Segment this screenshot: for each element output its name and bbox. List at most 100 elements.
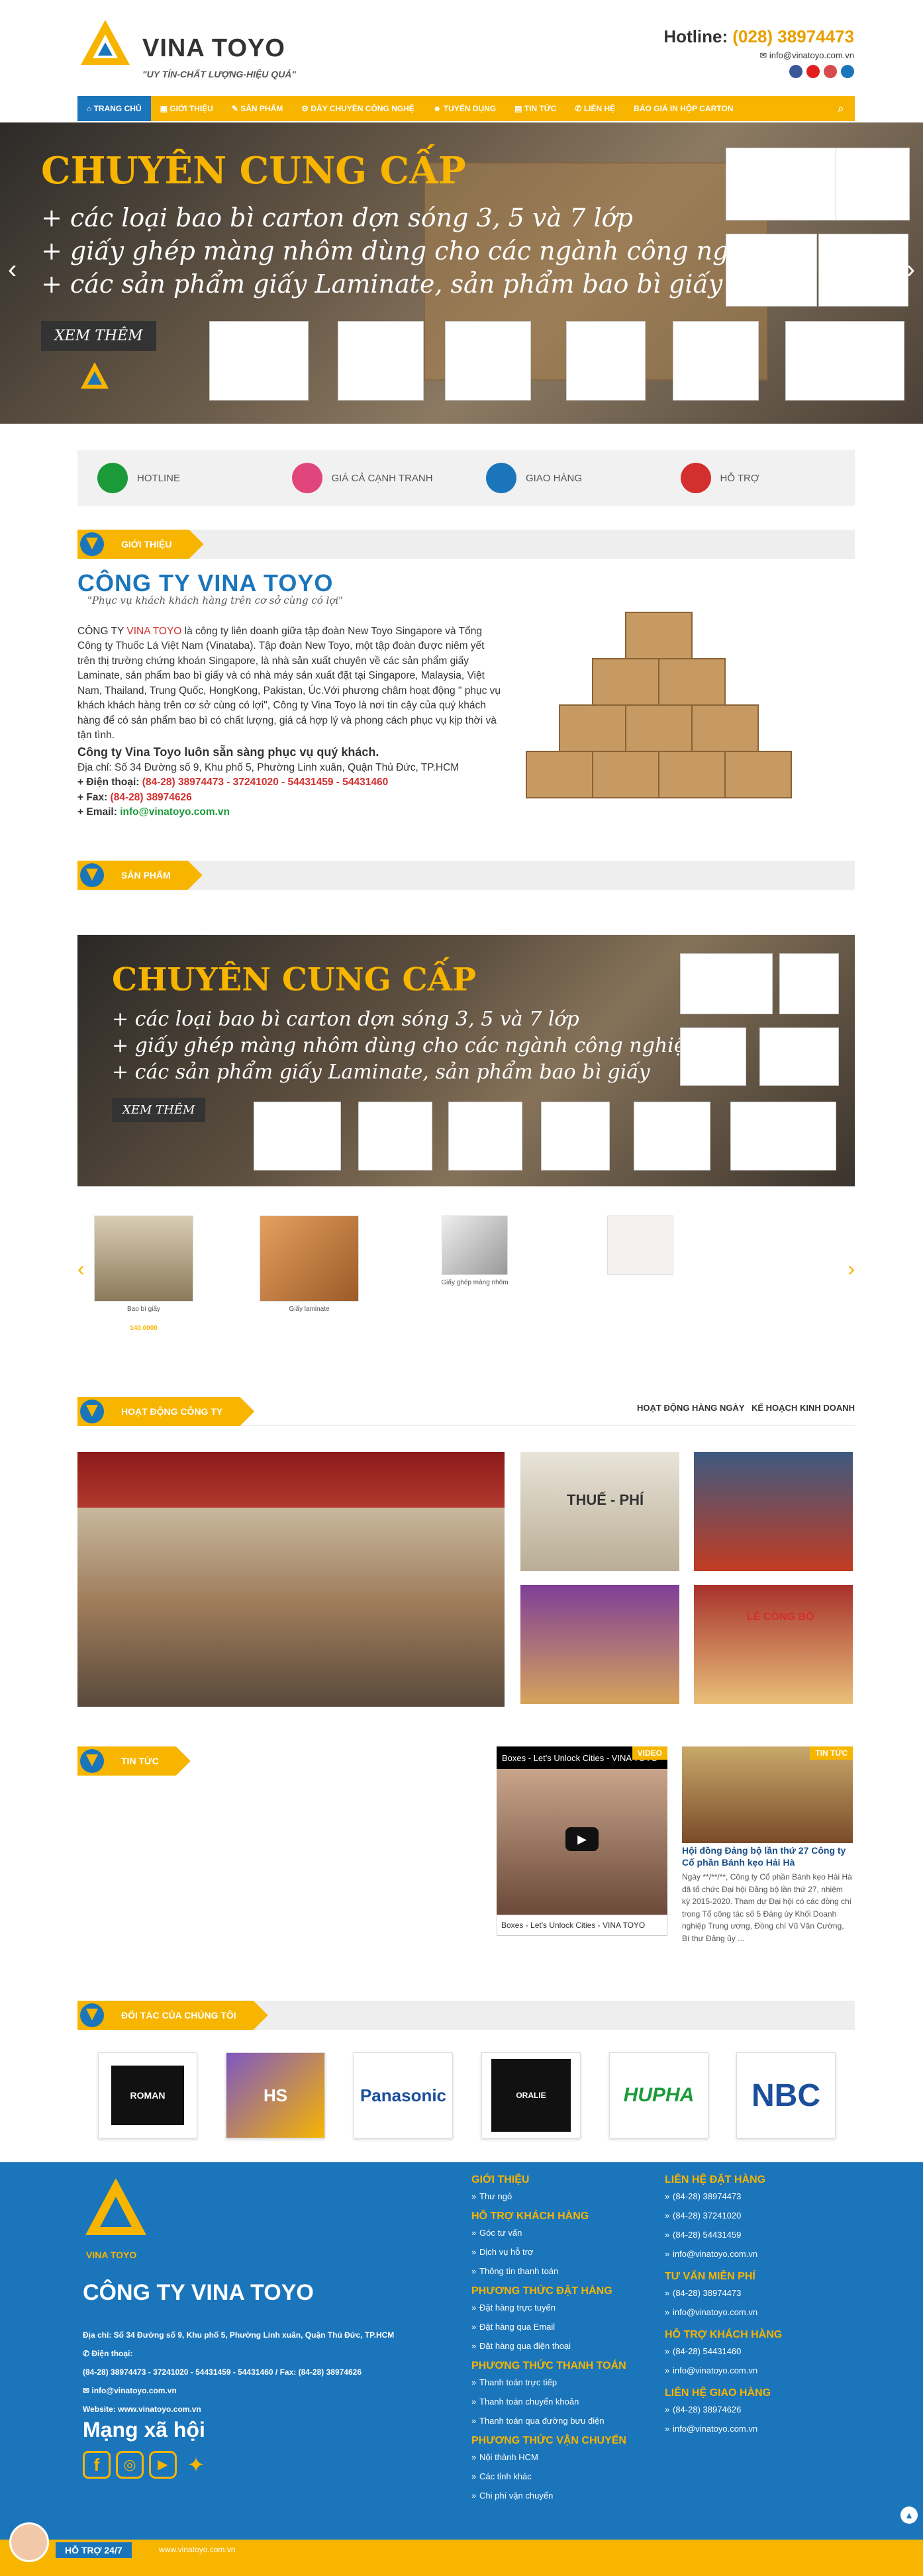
activity-photo[interactable] — [520, 1585, 679, 1704]
footer-link[interactable]: Thanh toán qua đường bưu điện — [471, 2416, 644, 2426]
product-image[interactable] — [94, 1216, 193, 1302]
product-image[interactable] — [607, 1216, 673, 1275]
footer-link[interactable]: Đặt hàng trực tuyến — [471, 2303, 644, 2313]
feature-support[interactable]: HỖ TRỢ — [661, 463, 855, 493]
banner-product-thumb — [730, 1102, 836, 1170]
nav-technology[interactable]: ⚙ DÂY CHUYỀN CÔNG NGHỆ — [292, 96, 424, 121]
footer-link[interactable]: Thông tin thanh toán — [471, 2266, 644, 2276]
footer-link[interactable]: Đặt hàng qua điện thoại — [471, 2341, 644, 2351]
twitter-icon[interactable] — [824, 65, 837, 78]
footer-link[interactable]: Thư ngỏ — [471, 2191, 644, 2201]
news-headline[interactable]: Hội đồng Đảng bộ lần thứ 27 Công ty Cổ p… — [682, 1844, 853, 1868]
youtube-icon[interactable]: ▶ — [149, 2451, 177, 2479]
partner-logo[interactable]: HUPHA — [609, 2052, 708, 2138]
footer-link[interactable]: Thanh toán trực tiếp — [471, 2377, 644, 2387]
footer-link[interactable]: Các tỉnh khác — [471, 2471, 644, 2481]
banner-prev-arrow[interactable]: ‹ — [8, 255, 17, 285]
footer-link[interactable]: Dịch vụ hỗ trợ — [471, 2247, 644, 2257]
hotline-number[interactable]: (028) 38974473 — [732, 26, 854, 46]
banner-product-thumb — [785, 321, 904, 401]
products-banner-more-button[interactable]: XEM THÊM — [112, 1098, 206, 1122]
footer-contact[interactable]: (84-28) 38974473 — [665, 2191, 837, 2201]
product-name[interactable]: Bao bì giấy — [91, 1306, 197, 1313]
instagram-icon[interactable]: ◎ — [116, 2451, 144, 2479]
section-partners-title[interactable]: ĐỐI TÁC CỦA CHÚNG TÔI — [77, 2001, 268, 2030]
video-select[interactable]: Boxes - Let's Unlock Cities - VINA TOYO — [497, 1915, 667, 1936]
twitter-icon[interactable]: ✦ — [182, 2451, 210, 2479]
footer-link[interactable]: Đặt hàng qua Email — [471, 2322, 644, 2332]
play-icon[interactable]: ▶ — [565, 1827, 599, 1851]
youtube-icon[interactable] — [806, 65, 820, 78]
footer-contact[interactable]: (84-28) 37241020 — [665, 2211, 837, 2220]
section-activities-title[interactable]: HOẠT ĐỘNG CÔNG TY — [77, 1397, 254, 1426]
intro-company-title: CÔNG TY VINA TOYO — [77, 569, 334, 596]
banner-next-arrow[interactable]: › — [906, 255, 915, 285]
footer-link[interactable]: Góc tư vấn — [471, 2228, 644, 2238]
footer-contact[interactable]: (84-28) 54431460 — [665, 2346, 837, 2356]
feature-hotline[interactable]: HOTLINE — [77, 463, 272, 493]
partner-logo[interactable]: NBC — [736, 2052, 836, 2138]
product-name[interactable]: Giấy ghép màng nhôm — [422, 1279, 528, 1286]
zalo-icon[interactable] — [841, 65, 854, 78]
footer-contact[interactable]: info@vinatoyo.com.vn — [665, 2307, 837, 2317]
bottom-website[interactable]: www.vinatoyo.com.vn — [159, 2545, 235, 2554]
carousel-prev-arrow[interactable]: ‹ — [77, 1257, 85, 1281]
nav-contact[interactable]: ✆ LIÊN HỆ — [565, 96, 624, 121]
nav-home[interactable]: ⌂ TRANG CHỦ — [77, 96, 151, 121]
activity-tab-plan[interactable]: KẾ HOẠCH KINH DOANH — [752, 1403, 855, 1413]
header-email[interactable]: ✉ info@vinatoyo.com.vn — [759, 50, 854, 61]
support-label[interactable]: HỖ TRỢ 24/7 — [56, 2542, 132, 2558]
activity-tab-daily[interactable]: HOẠT ĐỘNG HÀNG NGÀY — [637, 1403, 745, 1413]
header-email-text[interactable]: info@vinatoyo.com.vn — [769, 50, 854, 60]
footer-email[interactable]: ✉ info@vinatoyo.com.vn — [83, 2386, 177, 2395]
banner-title: CHUYÊN CUNG CẤP — [41, 149, 466, 193]
feature-price[interactable]: GIÁ CẢ CẠNH TRANH — [272, 463, 467, 493]
activity-main-photo[interactable] — [77, 1452, 505, 1707]
nav-about[interactable]: ▣ GIỚI THIỆU — [151, 96, 222, 121]
footer-contact[interactable]: (84-28) 38974626 — [665, 2405, 837, 2414]
carousel-next-arrow[interactable]: › — [848, 1257, 855, 1281]
header-social — [789, 65, 854, 78]
footer-contact[interactable]: (84-28) 38974473 — [665, 2288, 837, 2298]
footer-contact[interactable]: info@vinatoyo.com.vn — [665, 2249, 837, 2259]
activity-photo[interactable]: THUẾ - PHÍ — [520, 1452, 679, 1571]
partner-logo[interactable]: HS — [226, 2052, 325, 2138]
intro-email[interactable]: + Email: info@vinatoyo.com.vn — [77, 805, 501, 820]
nav-products[interactable]: ✎ SẢN PHẨM — [222, 96, 292, 121]
footer-logo[interactable] — [83, 2175, 149, 2242]
footer-link[interactable]: Nội thành HCM — [471, 2452, 644, 2462]
partner-logo[interactable]: Panasonic — [354, 2052, 453, 2138]
video-player[interactable]: Boxes - Let's Unlock Cities - VINA TOYO … — [497, 1746, 667, 1936]
product-image[interactable] — [260, 1216, 359, 1302]
nav-recruitment[interactable]: ☻ TUYỂN DỤNG — [424, 96, 505, 121]
product-image[interactable] — [442, 1216, 508, 1275]
activity-photo[interactable]: LỄ CÔNG BỐ — [694, 1585, 853, 1704]
partner-name: ROMAN — [111, 2066, 184, 2125]
footer-link[interactable]: Thanh toán chuyển khoản — [471, 2397, 644, 2407]
vinatoyo-logo[interactable] — [79, 19, 131, 72]
nav-news[interactable]: ▤ TIN TỨC — [505, 96, 565, 121]
product-card[interactable]: Giấy laminate — [256, 1205, 362, 1313]
partner-logo[interactable]: ROMAN — [98, 2052, 197, 2138]
banner-more-button[interactable]: XEM THÊM — [41, 321, 156, 351]
facebook-icon[interactable]: f — [83, 2451, 111, 2479]
footer-website[interactable]: Website: www.vinatoyo.com.vn — [83, 2405, 201, 2414]
footer-contact[interactable]: info@vinatoyo.com.vn — [665, 2365, 837, 2375]
product-card[interactable] — [587, 1205, 693, 1279]
footer-contact[interactable]: info@vinatoyo.com.vn — [665, 2424, 837, 2434]
nav-quote[interactable]: BÁO GIÁ IN HỘP CARTON — [624, 96, 742, 121]
footer-link[interactable]: Chi phí vận chuyển — [471, 2491, 644, 2501]
search-icon[interactable]: ⌕ — [838, 102, 855, 116]
product-name[interactable]: Giấy laminate — [256, 1306, 362, 1313]
support-avatar[interactable] — [9, 2522, 49, 2562]
scroll-top-button[interactable]: ▲ — [900, 2506, 918, 2524]
product-card[interactable]: Bao bì giấy 140.0000 — [91, 1205, 197, 1332]
activity-photo[interactable] — [694, 1452, 853, 1571]
footer-contact[interactable]: (84-28) 54431459 — [665, 2230, 837, 2240]
news-thumbnail[interactable]: TIN TỨC — [682, 1746, 853, 1843]
product-card[interactable]: Giấy ghép màng nhôm — [422, 1205, 528, 1286]
video-badge: VIDEO — [632, 1746, 667, 1760]
partner-logo[interactable]: ORALIE — [481, 2052, 581, 2138]
facebook-icon[interactable] — [789, 65, 802, 78]
feature-delivery[interactable]: GIAO HÀNG — [466, 463, 661, 493]
